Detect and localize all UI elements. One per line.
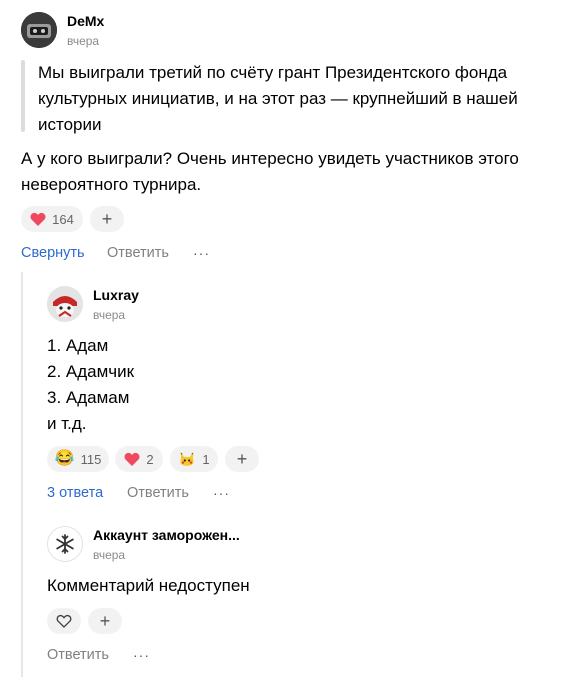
quoted-text: Мы выиграли третий по счёту грант Презид… — [38, 63, 518, 134]
comment-time: вчера — [93, 548, 126, 562]
reply-button[interactable]: Ответить — [47, 647, 109, 663]
laughing-emoji-icon: 😂 — [54, 450, 75, 467]
like-button[interactable] — [47, 608, 81, 634]
reaction-heart[interactable]: 2 — [115, 446, 163, 472]
thread-line[interactable] — [21, 272, 23, 677]
comment-author: Аккаунт заморожен... — [93, 527, 240, 543]
collapse-button[interactable]: Свернуть — [21, 245, 85, 261]
snowflake-icon — [56, 534, 74, 554]
add-reaction-button[interactable]: + — [225, 446, 259, 472]
pikachu-emoji-icon — [180, 452, 194, 466]
heart-icon — [124, 452, 140, 466]
avatar-image — [21, 12, 57, 48]
plus-icon: + — [236, 449, 248, 469]
reaction-count: 2 — [146, 451, 154, 467]
reply-button[interactable]: Ответить — [127, 485, 189, 501]
comment-text: Комментарий недоступен — [47, 576, 250, 595]
reaction-pikachu[interactable]: 1 — [170, 446, 218, 472]
more-options-icon[interactable]: ··· — [133, 647, 150, 663]
reaction-count: 115 — [80, 451, 102, 467]
reaction-count: 164 — [52, 211, 74, 227]
avatar-image — [47, 286, 83, 322]
show-replies-button[interactable]: 3 ответа — [47, 485, 103, 501]
comment-line: 3. Адамам — [47, 388, 130, 407]
reaction-heart[interactable]: 164 — [21, 206, 83, 232]
avatar-demx[interactable] — [21, 12, 57, 48]
reply-button[interactable]: Ответить — [107, 245, 169, 261]
more-options-icon[interactable]: ··· — [213, 485, 230, 501]
comment-line: 2. Адамчик — [47, 362, 135, 381]
more-options-icon[interactable]: ··· — [193, 245, 210, 261]
comment-author[interactable]: DeMx — [67, 13, 104, 29]
avatar-frozen[interactable] — [47, 526, 83, 562]
reaction-count: 1 — [202, 451, 210, 467]
comment-time: вчера — [93, 308, 126, 322]
add-reaction-button[interactable]: + — [88, 608, 122, 634]
comment-time: вчера — [67, 34, 100, 48]
reaction-laughing[interactable]: 😂 115 — [47, 446, 109, 472]
add-reaction-button[interactable]: + — [90, 206, 124, 232]
heart-outline-icon — [56, 614, 72, 628]
comment-text: А у кого выиграли? Очень интересно увиде… — [21, 149, 519, 194]
plus-icon: + — [101, 209, 113, 229]
heart-icon — [30, 212, 46, 226]
avatar-luxray[interactable] — [47, 286, 83, 322]
quote-bar — [21, 60, 25, 132]
plus-icon: + — [99, 611, 111, 631]
comment-line: 1. Адам — [47, 336, 109, 355]
comment-author[interactable]: Luxray — [93, 287, 139, 303]
comment-line: и т.д. — [47, 414, 87, 433]
